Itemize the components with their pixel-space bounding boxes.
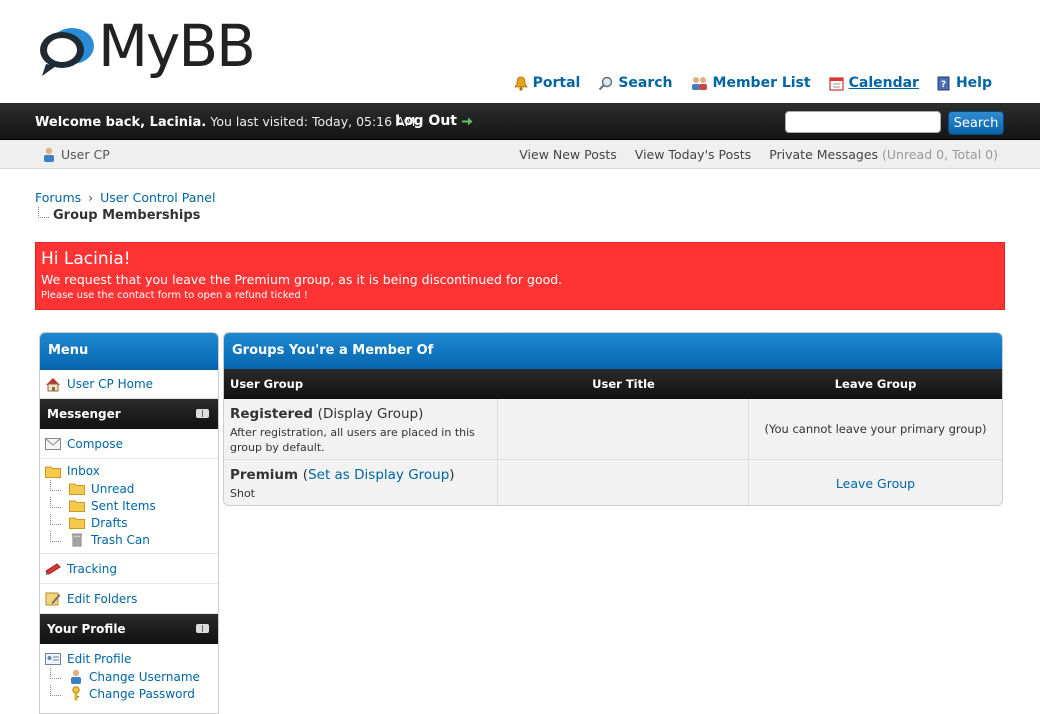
cannot-leave-note: (You cannot leave your primary group) [764, 422, 987, 436]
breadcrumb: Forums › User Control Panel [35, 190, 215, 205]
view-todays-posts-link[interactable]: View Today's Posts [635, 147, 751, 162]
search-button[interactable]: Search [948, 111, 1004, 135]
group-memberships-table: Groups You're a Member Of User Group Use… [223, 332, 1003, 506]
alert-note: Please use the contact form to open a re… [41, 290, 308, 301]
profile-card-icon [45, 653, 61, 665]
user-title-cell [498, 399, 749, 459]
user-icon [44, 147, 54, 162]
search-input[interactable] [785, 111, 941, 133]
group-cell: Premium (Set as Display Group) Shot [224, 460, 498, 505]
user-sub-bar: User CP View New Posts View Today's Post… [0, 140, 1040, 169]
menu-item-unread[interactable]: Unread [40, 480, 218, 497]
set-display-group-link[interactable]: Set as Display Group [308, 467, 449, 483]
tracking-icon [45, 562, 61, 575]
top-links: Portal Search Member List Calendar ? Hel… [513, 75, 992, 91]
help-icon: ? [937, 76, 950, 90]
private-messages-link[interactable]: Private Messages [769, 147, 878, 162]
breadcrumb-user-cp[interactable]: User Control Panel [100, 190, 215, 205]
your-profile-header: Your Profile [40, 614, 218, 644]
announcement-alert: Hi Lacinia! We request that you leave th… [35, 242, 1005, 310]
welcome-user: Welcome back, Lacinia. [35, 115, 207, 130]
tree-line [38, 207, 49, 218]
menu-item-change-password[interactable]: Change Password [40, 685, 218, 702]
group-name: Premium [230, 467, 299, 483]
arrow-right-icon [462, 117, 473, 125]
table-header-row: User Group User Title Leave Group [224, 369, 1002, 399]
menu-item-edit-profile[interactable]: Edit Profile [40, 650, 218, 668]
collapse-icon[interactable] [196, 624, 209, 633]
menu-item-inbox[interactable]: Inbox [40, 462, 218, 480]
calendar-link[interactable]: Calendar [828, 75, 919, 91]
edit-folder-icon [45, 592, 61, 606]
menu-item-trash-can[interactable]: Trash Can [40, 531, 218, 548]
breadcrumb-current: Group Memberships [38, 207, 201, 223]
table-row: Premium (Set as Display Group) Shot Leav… [224, 460, 1002, 505]
logo-text: MyBB [98, 12, 256, 80]
folder-icon [69, 483, 85, 495]
mybb-logo[interactable]: MyBB [36, 12, 276, 88]
envelope-icon [45, 437, 61, 450]
menu-item-user-cp-home[interactable]: User CP Home [40, 370, 218, 399]
magnifier-icon [599, 76, 613, 90]
table-row: Registered (Display Group) After registr… [224, 399, 1002, 460]
welcome-text: Welcome back, Lacinia. You last visited:… [35, 114, 415, 130]
sub-links: View New Posts View Today's Posts Privat… [519, 147, 998, 162]
portal-link[interactable]: Portal [513, 75, 580, 91]
key-icon [72, 686, 80, 701]
group-name: Registered [230, 406, 313, 422]
calendar-icon [828, 76, 844, 91]
alert-message: We request that you leave the Premium gr… [41, 272, 563, 287]
collapse-icon[interactable] [196, 409, 209, 418]
menu-item-drafts[interactable]: Drafts [40, 514, 218, 531]
menu-item-change-username[interactable]: Change Username [40, 668, 218, 685]
leave-cell: (You cannot leave your primary group) [749, 399, 1002, 459]
display-group-note: (Display Group) [317, 406, 424, 422]
members-icon [691, 76, 707, 90]
folder-icon [45, 466, 61, 478]
menu-item-compose[interactable]: Compose [40, 429, 218, 459]
folder-icon [69, 517, 85, 529]
groups-title: Groups You're a Member Of [224, 333, 1002, 369]
bell-icon [513, 76, 528, 91]
menu-item-tracking[interactable]: Tracking [40, 554, 218, 584]
col-user-group: User Group [230, 377, 304, 391]
last-visit: You last visited: Today, 05:16 AM [210, 114, 416, 129]
search-link[interactable]: Search [598, 75, 673, 91]
alert-heading: Hi Lacinia! [41, 249, 131, 269]
logout-link[interactable]: Log Out [395, 113, 473, 129]
menu-item-sent-items[interactable]: Sent Items [40, 497, 218, 514]
group-description: Shot [230, 487, 255, 500]
leave-group-link[interactable]: Leave Group [836, 476, 915, 491]
menu-item-edit-folders[interactable]: Edit Folders [40, 584, 218, 614]
trash-icon [72, 533, 82, 546]
view-new-posts-link[interactable]: View New Posts [519, 147, 617, 162]
svg-text:?: ? [941, 80, 946, 90]
pm-counts: (Unread 0, Total 0) [882, 147, 998, 162]
folder-icon [69, 500, 85, 512]
speech-bubbles-icon [40, 28, 94, 76]
group-cell: Registered (Display Group) After registr… [224, 399, 498, 459]
home-icon [46, 377, 60, 391]
member-list-link[interactable]: Member List [691, 75, 811, 91]
breadcrumb-forums[interactable]: Forums [35, 190, 81, 205]
user-icon [71, 669, 81, 684]
user-cp-menu: Menu User CP Home Messenger Compose Inbo… [39, 332, 219, 714]
user-title-cell [498, 460, 749, 505]
group-description: After registration, all users are placed… [230, 426, 475, 454]
messenger-header: Messenger [40, 399, 218, 429]
inbox-group: Inbox Unread Sent Items Drafts Trash Can [40, 459, 218, 554]
menu-title: Menu [40, 333, 218, 370]
private-messages: Private Messages (Unread 0, Total 0) [769, 147, 998, 162]
profile-group: Edit Profile Change Username Change Pass… [40, 644, 218, 706]
user-cp-link[interactable]: User CP [42, 147, 110, 162]
col-user-title: User Title [592, 377, 655, 391]
help-link[interactable]: ? Help [937, 75, 992, 91]
welcome-bar: Welcome back, Lacinia. You last visited:… [0, 103, 1040, 140]
col-leave-group: Leave Group [834, 377, 917, 391]
leave-cell: Leave Group [749, 460, 1002, 505]
page-title: Group Memberships [53, 208, 201, 223]
breadcrumb-separator: › [88, 190, 94, 205]
